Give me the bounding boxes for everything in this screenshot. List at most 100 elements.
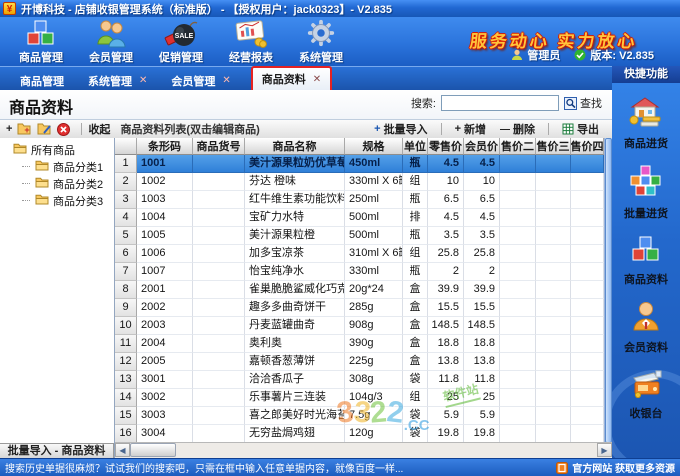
- export-button[interactable]: 导出: [555, 121, 606, 137]
- tree-item-2[interactable]: 商品分类2: [0, 175, 114, 192]
- folder-add-icon[interactable]: +: [17, 123, 32, 135]
- cell-barcode: 2001: [137, 281, 193, 299]
- toolbar-separator: [81, 123, 83, 135]
- status-website-link[interactable]: 官方网站 获取更多资源: [556, 460, 675, 475]
- table-row[interactable]: 7 1007 怡宝纯净水 330ml 瓶 2 2: [115, 263, 604, 281]
- cell-price2: [500, 245, 536, 263]
- column-header-member[interactable]: 会员价: [464, 138, 500, 155]
- column-header-spec[interactable]: 规格: [345, 138, 403, 155]
- scroll-right-arrow[interactable]: ▶: [597, 443, 612, 457]
- column-header-retail[interactable]: 零售价: [428, 138, 464, 155]
- batch-import-button[interactable]: + 批量导入: [367, 121, 434, 137]
- vertical-scrollbar[interactable]: [604, 138, 612, 443]
- vertical-scrollbar-thumb[interactable]: [605, 138, 612, 443]
- quick-item-1[interactable]: 商品进货: [612, 96, 680, 151]
- cell-member: 4.5: [464, 209, 500, 227]
- scroll-left-arrow[interactable]: ◀: [115, 443, 130, 457]
- table-row[interactable]: 21002芬达 橙味330ml X 6罐组1010: [115, 173, 604, 191]
- cell-num: 15: [115, 407, 137, 425]
- cell-spec: 20g*24: [345, 281, 403, 299]
- cell-unit: 盒: [403, 281, 428, 299]
- find-label: 查找: [580, 98, 602, 110]
- cell-num: 1: [115, 155, 137, 173]
- nav-item-2[interactable]: 会员管理: [76, 19, 146, 65]
- version-info: 版本: V2.835: [574, 47, 654, 63]
- folder-edit-icon[interactable]: [37, 123, 52, 135]
- horizontal-scrollbar[interactable]: ◀ ▶: [115, 442, 612, 458]
- quick-item-4[interactable]: 会员资料: [612, 300, 680, 355]
- column-header-sku[interactable]: 商品货号: [193, 138, 245, 155]
- table-row[interactable]: 15 3003 喜之郎美好时光海苔 7.5g 袋 5.9 5.9: [115, 407, 604, 425]
- table-row[interactable]: 14 3002 乐事薯片三连装 104g/3 组 25 25: [115, 389, 604, 407]
- table-row[interactable]: 12 2005 嘉顿香葱薄饼 225g 盒 13.8 13.8: [115, 353, 604, 371]
- add-category-button[interactable]: +: [6, 123, 12, 135]
- check-icon: [574, 49, 586, 61]
- delete-category-icon[interactable]: [57, 122, 71, 136]
- column-header-unit[interactable]: 单位: [403, 138, 428, 155]
- cell-spec: 225g: [345, 353, 403, 371]
- find-button[interactable]: 查找: [564, 95, 602, 111]
- tab-close-icon[interactable]: ✕: [313, 74, 321, 85]
- tab-1[interactable]: 商品管理: [16, 71, 68, 90]
- cell-sku: [193, 227, 245, 245]
- column-header-name[interactable]: 商品名称: [245, 138, 345, 155]
- tree-item-1[interactable]: 商品分类1: [0, 158, 114, 175]
- cell-num: 13: [115, 371, 137, 389]
- tab-3[interactable]: 会员管理 ✕: [167, 71, 234, 90]
- table-row[interactable]: 9 2002 趣多多曲奇饼干 285g 盒 15.5 15.5: [115, 299, 604, 317]
- table-row[interactable]: 3 1003 红牛维生素功能饮料 250ml 瓶 6.5 6.5: [115, 191, 604, 209]
- nav-item-5[interactable]: 系统管理: [286, 19, 356, 65]
- table-row[interactable]: 4 1004 宝矿力水特 500ml 排 4.5 4.5: [115, 209, 604, 227]
- column-header-num[interactable]: [115, 138, 137, 155]
- cell-price4: [571, 389, 604, 407]
- tab-2[interactable]: 系统管理 ✕: [84, 71, 151, 90]
- cell-price4: [571, 209, 604, 227]
- svg-text:SALE: SALE: [175, 33, 194, 40]
- collapse-button[interactable]: 收起: [88, 121, 110, 137]
- table-row[interactable]: 13 3001 洽洽香瓜子 308g 袋 11.8 11.8: [115, 371, 604, 389]
- quick-sidebar: 快捷功能 商品进货 批量进货 商品资料 会员资料 收银台: [612, 66, 680, 458]
- search-zone: 搜索: 查找: [411, 95, 602, 111]
- cell-price2: [500, 389, 536, 407]
- column-header-price3[interactable]: 售价三: [536, 138, 571, 155]
- nav-item-3[interactable]: SALE 促销管理: [146, 19, 216, 65]
- cell-retail: 2: [428, 263, 464, 281]
- column-header-price2[interactable]: 售价二: [500, 138, 536, 155]
- column-header-barcode[interactable]: 条形码: [137, 138, 193, 155]
- tab-close-icon[interactable]: ✕: [139, 75, 147, 86]
- quick-item-2[interactable]: 批量进货: [612, 164, 680, 221]
- tab-close-icon[interactable]: ✕: [222, 75, 230, 86]
- cell-price4: [571, 281, 604, 299]
- table-row[interactable]: 11 2004 奥利奥 390g 盒 18.8 18.8: [115, 335, 604, 353]
- table-row[interactable]: 11001美汁源果粒奶优草莓味450ml瓶4.54.5: [115, 155, 604, 173]
- search-input[interactable]: [441, 95, 559, 111]
- cell-unit: 瓶: [403, 155, 428, 173]
- nav-item-1[interactable]: 商品管理: [6, 19, 76, 65]
- add-button[interactable]: + 新增: [448, 121, 493, 137]
- table-row[interactable]: 82001雀巢脆脆鲨威化巧克力20g*24盒39.939.9: [115, 281, 604, 299]
- quick-item-3[interactable]: 商品资料: [612, 234, 680, 287]
- table-row[interactable]: 16 3004 无穷盐焗鸡翅 120g 袋 19.8 19.8: [115, 425, 604, 443]
- tab-4[interactable]: 商品资料 ✕: [250, 66, 333, 90]
- horizontal-scrollbar-thumb[interactable]: [130, 443, 176, 457]
- tab-label: 系统管理: [88, 75, 132, 88]
- cell-price2: [500, 407, 536, 425]
- table-row[interactable]: 5 1005 美汁源果粒橙 500ml 瓶 3.5 3.5: [115, 227, 604, 245]
- cell-name: 洽洽香瓜子: [245, 371, 345, 389]
- cell-retail: 4.5: [428, 209, 464, 227]
- quick-item-5[interactable]: 收银台: [612, 368, 680, 421]
- top-nav-items: 商品管理 会员管理 SALE 促销管理 经营报表 系统管理: [6, 19, 356, 65]
- delete-button[interactable]: — 删除: [493, 121, 542, 137]
- tree-item-root[interactable]: 所有商品: [0, 141, 114, 158]
- batch-import-tab-button[interactable]: 批量导入 - 商品资料: [0, 443, 114, 458]
- cell-unit: 袋: [403, 371, 428, 389]
- nav-item-4[interactable]: 经营报表: [216, 19, 286, 65]
- cell-retail: 11.8: [428, 371, 464, 389]
- window-title: 开博科技 - 店铺收银管理系统（标准版） - 【授权用户：jack0323】- …: [21, 3, 393, 16]
- cell-sku: [193, 173, 245, 191]
- table-row[interactable]: 10 2003 丹麦蓝罐曲奇 908g 盒 148.5 148.5: [115, 317, 604, 335]
- cell-spec: 908g: [345, 317, 403, 335]
- tree-item-3[interactable]: 商品分类3: [0, 192, 114, 209]
- table-row[interactable]: 61006加多宝凉茶310ml X 6罐组25.825.8: [115, 245, 604, 263]
- column-header-price4[interactable]: 售价四: [571, 138, 604, 155]
